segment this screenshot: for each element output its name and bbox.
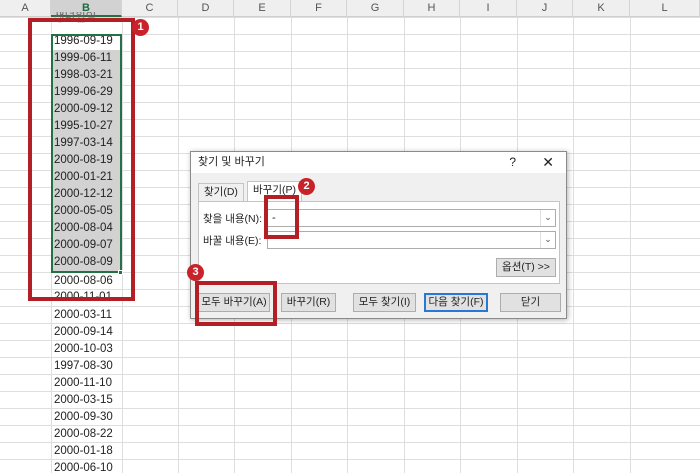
find-next-button[interactable]: 다음 찾기(F): [424, 293, 488, 312]
annotation-box-2: [264, 195, 299, 239]
annotation-badge-2: 2: [298, 178, 315, 195]
column-header-f[interactable]: F: [291, 0, 347, 17]
cell-b26[interactable]: 2000-01-18: [51, 443, 121, 460]
chevron-down-icon[interactable]: ⌄: [540, 210, 555, 226]
help-icon[interactable]: ?: [509, 152, 516, 173]
column-header-j[interactable]: J: [517, 0, 573, 17]
dialog-title: 찾기 및 바꾸기: [198, 156, 265, 168]
dialog-title-bar[interactable]: 찾기 및 바꾸기 ? ✕: [191, 152, 566, 173]
annotation-badge-1: 1: [132, 19, 149, 36]
cell-b22[interactable]: 2000-11-10: [51, 375, 121, 392]
tab-find[interactable]: 찾기(D): [198, 183, 244, 201]
find-all-button[interactable]: 모두 찾기(I): [353, 293, 416, 312]
annotation-badge-3: 3: [187, 264, 204, 281]
close-icon[interactable]: ✕: [542, 152, 554, 172]
column-header-g[interactable]: G: [347, 0, 404, 17]
options-button[interactable]: 옵션(T) >>: [496, 258, 556, 277]
column-header-c[interactable]: C: [122, 0, 178, 17]
column-header-l[interactable]: L: [630, 0, 700, 17]
cell-b23[interactable]: 2000-03-15: [51, 392, 121, 409]
annotation-box-1: [28, 18, 135, 301]
column-header-a[interactable]: A: [0, 0, 51, 17]
grid-line: [573, 17, 574, 473]
replace-tab-panel: 찾을 내용(N): - ⌄ 바꿀 내용(E): ⌄ 옵션(T) >>: [198, 201, 560, 284]
cell-b20[interactable]: 2000-10-03: [51, 341, 121, 358]
cell-b19[interactable]: 2000-09-14: [51, 324, 121, 341]
grid-line: [178, 17, 179, 473]
cell-b21[interactable]: 1997-08-30: [51, 358, 121, 375]
replace-with-label: 바꿀 내용(E):: [203, 235, 262, 247]
column-header-h[interactable]: H: [404, 0, 460, 17]
annotation-box-3: [195, 281, 277, 326]
replace-with-combobox[interactable]: ⌄: [267, 231, 556, 249]
cell-b27[interactable]: 2000-06-10: [51, 460, 121, 473]
cell-b25[interactable]: 2000-08-22: [51, 426, 121, 443]
column-header-d[interactable]: D: [178, 0, 234, 17]
find-what-label: 찾을 내용(N):: [203, 213, 263, 225]
cell-b24[interactable]: 2000-09-30: [51, 409, 121, 426]
replace-button[interactable]: 바꾸기(R): [281, 293, 336, 312]
find-what-combobox[interactable]: - ⌄: [267, 209, 556, 227]
column-header-k[interactable]: K: [573, 0, 630, 17]
grid-line: [630, 17, 631, 473]
close-button[interactable]: 닫기: [500, 293, 561, 312]
column-header-i[interactable]: I: [460, 0, 517, 17]
column-header-e[interactable]: E: [234, 0, 291, 17]
chevron-down-icon[interactable]: ⌄: [540, 232, 555, 248]
cell-b18[interactable]: 2000-03-11: [51, 307, 121, 324]
